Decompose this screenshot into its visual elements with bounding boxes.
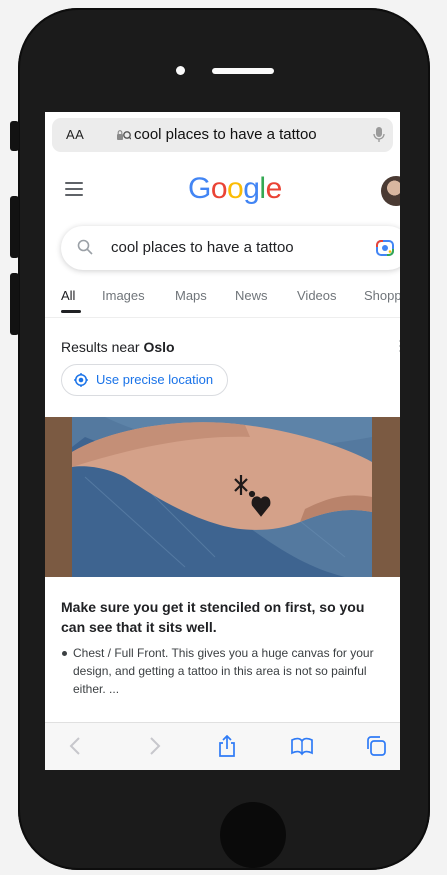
use-precise-location-button[interactable]: Use precise location xyxy=(61,364,229,396)
logo-letter: g xyxy=(243,172,260,205)
logo-letter: o xyxy=(210,172,228,205)
share-icon[interactable] xyxy=(216,735,238,757)
microphone-icon[interactable] xyxy=(372,127,386,143)
results-near-city: Oslo xyxy=(143,339,175,355)
hamburger-menu-icon[interactable] xyxy=(65,182,83,196)
tab-all[interactable]: All xyxy=(61,288,75,303)
tabs-divider xyxy=(45,317,400,318)
results-near-label: Results near xyxy=(61,339,140,355)
snippet-title[interactable]: Make sure you get it stenciled on first,… xyxy=(61,597,391,637)
tab-videos[interactable]: Videos xyxy=(297,288,337,303)
logo-letter: G xyxy=(188,172,211,205)
volume-up-button xyxy=(10,196,19,258)
earpiece-speaker xyxy=(212,68,274,74)
active-tab-indicator xyxy=(61,310,81,313)
avatar[interactable] xyxy=(381,176,400,206)
back-icon[interactable] xyxy=(65,735,87,757)
snippet-bullet: Chest / Full Front. This gives you a hug… xyxy=(73,646,374,696)
tabs-icon[interactable] xyxy=(365,735,387,757)
address-query: cool places to have a tattoo xyxy=(134,126,317,143)
browser-toolbar xyxy=(45,722,400,770)
volume-down-button xyxy=(10,273,19,335)
results-near-heading: Results near Oslo xyxy=(61,339,175,355)
front-camera xyxy=(176,66,185,75)
location-target-icon xyxy=(74,373,88,387)
google-lens-icon[interactable] xyxy=(375,238,395,258)
lock-search-icon xyxy=(117,130,131,140)
forward-icon[interactable] xyxy=(143,735,165,757)
bookmarks-icon[interactable] xyxy=(291,735,313,757)
use-precise-location-label: Use precise location xyxy=(96,372,214,387)
tab-news[interactable]: News xyxy=(235,288,268,303)
logo-letter: o xyxy=(227,172,244,205)
phone-screen: AA cool places to have a tattoo Google c… xyxy=(45,112,400,770)
tab-images[interactable]: Images xyxy=(102,288,145,303)
mute-switch xyxy=(10,121,19,151)
search-input[interactable]: cool places to have a tattoo xyxy=(111,239,294,256)
search-tabs: All Images Maps News Videos Shoppin xyxy=(61,288,400,318)
logo-letter: e xyxy=(265,172,283,205)
google-logo[interactable]: Google xyxy=(188,172,282,206)
text-size-button[interactable]: AA xyxy=(66,127,84,142)
more-options-icon[interactable] xyxy=(399,339,400,353)
tab-maps[interactable]: Maps xyxy=(175,288,207,303)
tattoo-wrist-image[interactable] xyxy=(45,417,400,577)
home-button[interactable] xyxy=(220,802,286,868)
address-bar[interactable]: AA cool places to have a tattoo xyxy=(52,118,393,152)
search-icon xyxy=(77,239,93,255)
search-box[interactable]: cool places to have a tattoo xyxy=(61,226,400,270)
tab-shopping[interactable]: Shoppin xyxy=(364,288,400,303)
bullet-point xyxy=(62,651,67,656)
